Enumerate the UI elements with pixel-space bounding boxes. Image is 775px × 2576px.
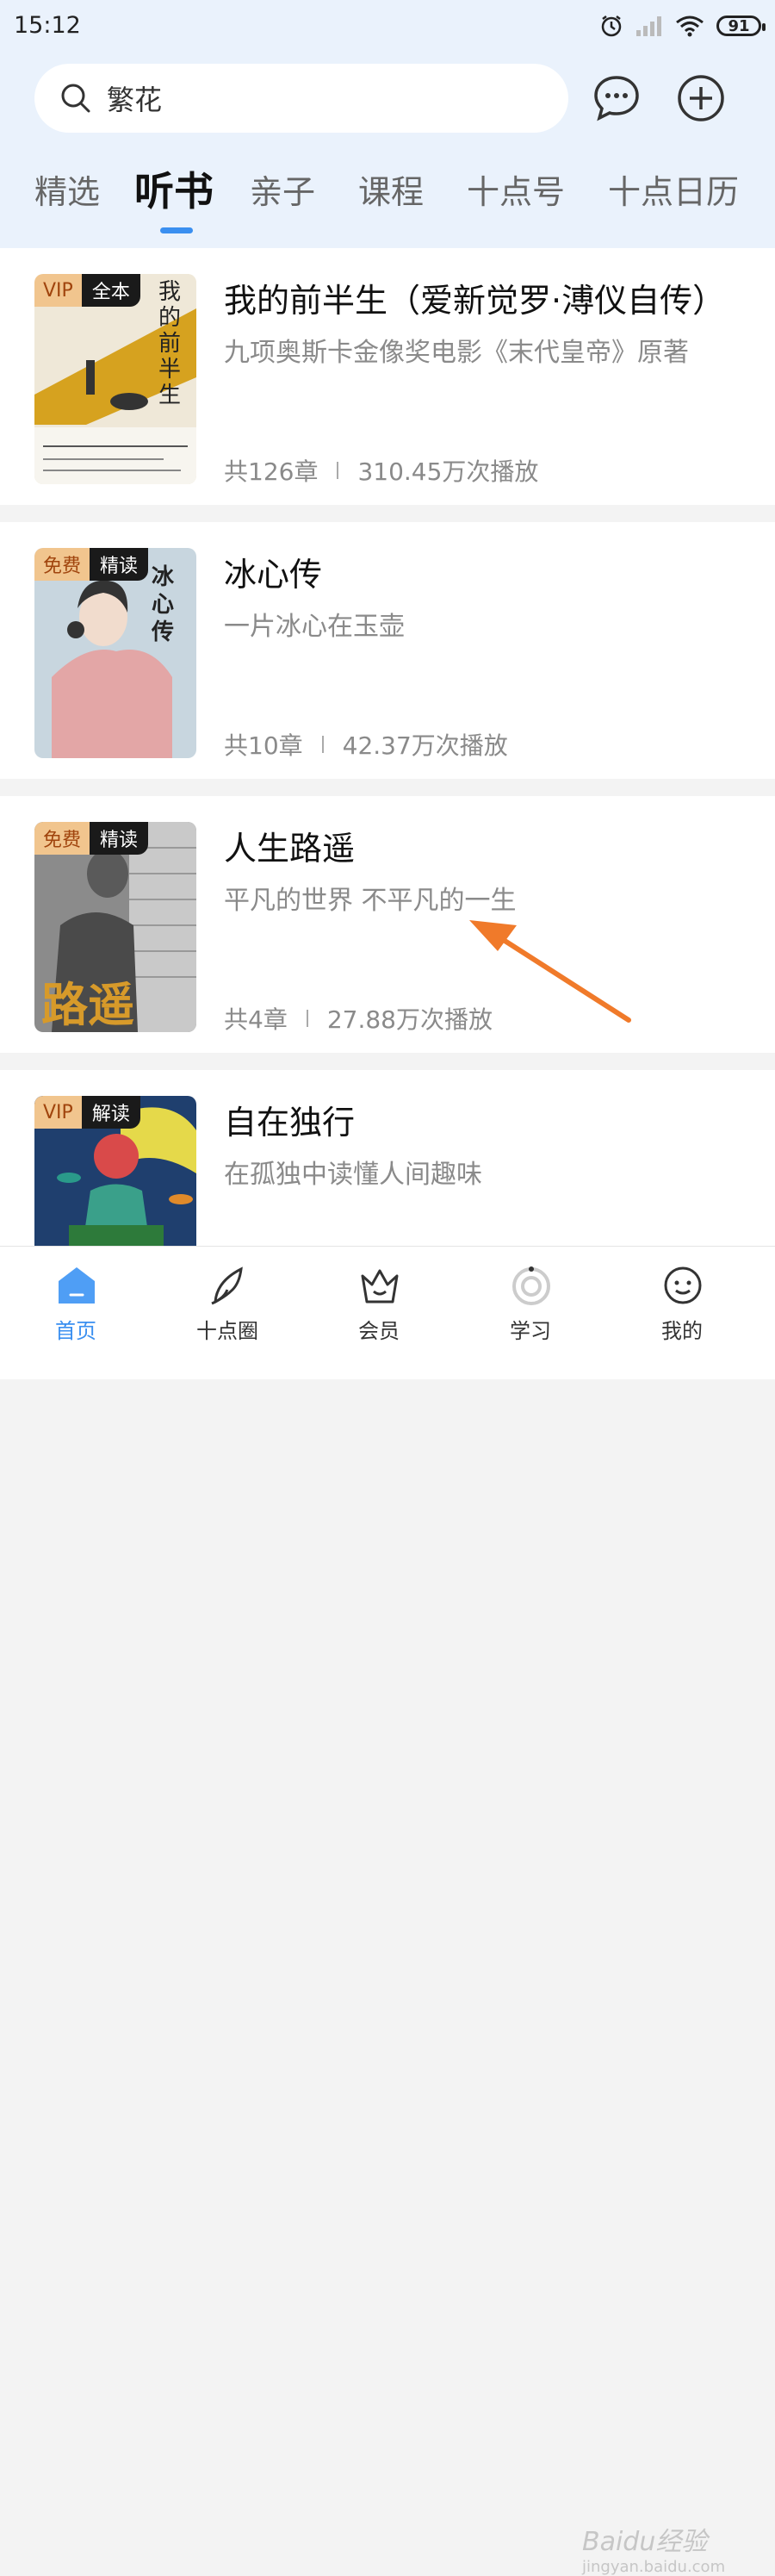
alarm-icon (601, 16, 622, 37)
meta-divider (306, 1010, 308, 1027)
nav-profile[interactable]: 我的 (630, 1247, 734, 1379)
book-cover: 我的前半生 VIP 全本 (34, 274, 196, 484)
header: 15:12 91 繁花 精选 听书 亲子 课程 十点号 十点日历 (0, 0, 775, 250)
book-meta: 共126章 310.45万次播放 (224, 453, 538, 488)
book-title: 人生路遥 (224, 830, 356, 868)
study-icon (512, 1266, 550, 1305)
tab-courses[interactable]: 课程 (358, 165, 424, 213)
book-badge: 免费 精读 (34, 548, 149, 581)
book-badge: 免费 精读 (34, 822, 149, 855)
book-badge: VIP 解读 (34, 1096, 140, 1129)
battery-indicator: 91 (716, 16, 766, 36)
book-card[interactable]: 我的前半生 VIP 全本 我的前半生（爱新觉罗·溥仪自传） 九项奥斯卡金像奖电影… (0, 248, 775, 505)
book-plays: 27.88万次播放 (326, 1005, 493, 1034)
tab-parenting[interactable]: 亲子 (250, 165, 315, 213)
crown-icon (361, 1269, 399, 1304)
book-title: 冰心传 (224, 556, 323, 594)
wifi-icon (676, 16, 704, 37)
feather-icon (211, 1266, 243, 1305)
nav-label: 十点圈 (196, 1319, 258, 1343)
book-card[interactable]: 冰心传 免费 精读 冰心传 一片冰心在玉壶 共10章 42.37万次播放 (0, 522, 775, 779)
book-meta: 共4章 27.88万次播放 (224, 1001, 493, 1036)
book-title: 我的前半生（爱新觉罗·溥仪自传） (224, 282, 726, 320)
message-icon[interactable] (591, 72, 642, 124)
meta-divider (337, 462, 339, 479)
book-title: 自在独行 (224, 1104, 356, 1142)
signal-icon (636, 16, 661, 36)
book-meta: 共10章 42.37万次播放 (224, 727, 508, 762)
tab-featured[interactable]: 精选 (34, 165, 100, 213)
book-cover: VIP 解读 (34, 1096, 196, 1251)
watermark-url: jingyan.baidu.com (582, 2558, 726, 2576)
category-tabs: 精选 听书 亲子 课程 十点号 十点日历 (0, 165, 775, 234)
nav-membership[interactable]: 会员 (327, 1247, 431, 1379)
nav-study[interactable]: 学习 (479, 1247, 582, 1379)
cover-title-text: 冰心传 (152, 564, 175, 645)
book-subtitle: 平凡的世界 不平凡的一生 (224, 886, 517, 916)
book-chapters: 共126章 (224, 457, 319, 486)
book-cover: 冰心传 免费 精读 (34, 548, 196, 758)
active-tab-indicator (160, 227, 193, 233)
book-cover: 路遥 免费 精读 (34, 822, 196, 1032)
tab-audiobooks[interactable]: 听书 (134, 160, 214, 217)
add-icon[interactable] (675, 72, 727, 124)
search-bar[interactable]: 繁花 (34, 64, 568, 133)
book-subtitle: 一片冰心在玉壶 (224, 612, 405, 642)
search-text: 繁花 (107, 84, 163, 116)
profile-icon (664, 1266, 702, 1304)
nav-label: 我的 (661, 1319, 703, 1343)
tab-shidian-calendar[interactable]: 十点日历 (608, 165, 739, 213)
nav-label: 会员 (358, 1319, 400, 1343)
book-badge: VIP 全本 (34, 274, 140, 307)
meta-divider (321, 736, 324, 753)
book-card[interactable]: VIP 解读 自在独行 在孤独中读懂人间趣味 (0, 1070, 775, 1251)
book-plays: 42.37万次播放 (342, 731, 508, 760)
book-subtitle: 在孤独中读懂人间趣味 (224, 1160, 482, 1190)
book-chapters: 共10章 (224, 731, 303, 760)
nav-shidian-circle[interactable]: 十点圈 (176, 1247, 279, 1379)
home-icon (59, 1267, 95, 1304)
tab-shidian-account[interactable]: 十点号 (467, 165, 565, 213)
book-subtitle: 九项奥斯卡金像奖电影《末代皇帝》原著 (224, 338, 689, 368)
bottom-navigation: 首页 十点圈 会员 学习 我的 Baidu经验 jingyan.baidu.co… (0, 1246, 775, 2576)
book-plays: 310.45万次播放 (357, 457, 539, 486)
cover-title-text: 路遥 (41, 977, 134, 1032)
status-time: 15:12 (14, 12, 81, 39)
nav-home[interactable]: 首页 (24, 1247, 127, 1379)
nav-label: 学习 (510, 1319, 551, 1343)
cover-title-text: 我的前半生 (158, 279, 182, 408)
book-card[interactable]: 路遥 免费 精读 人生路遥 平凡的世界 不平凡的一生 共4章 27.88万次播放 (0, 796, 775, 1053)
status-icons: 91 (599, 10, 766, 41)
nav-label: 首页 (55, 1319, 96, 1343)
search-icon (61, 84, 90, 113)
book-chapters: 共4章 (224, 1005, 288, 1034)
watermark: Baidu经验 (582, 2527, 708, 2557)
